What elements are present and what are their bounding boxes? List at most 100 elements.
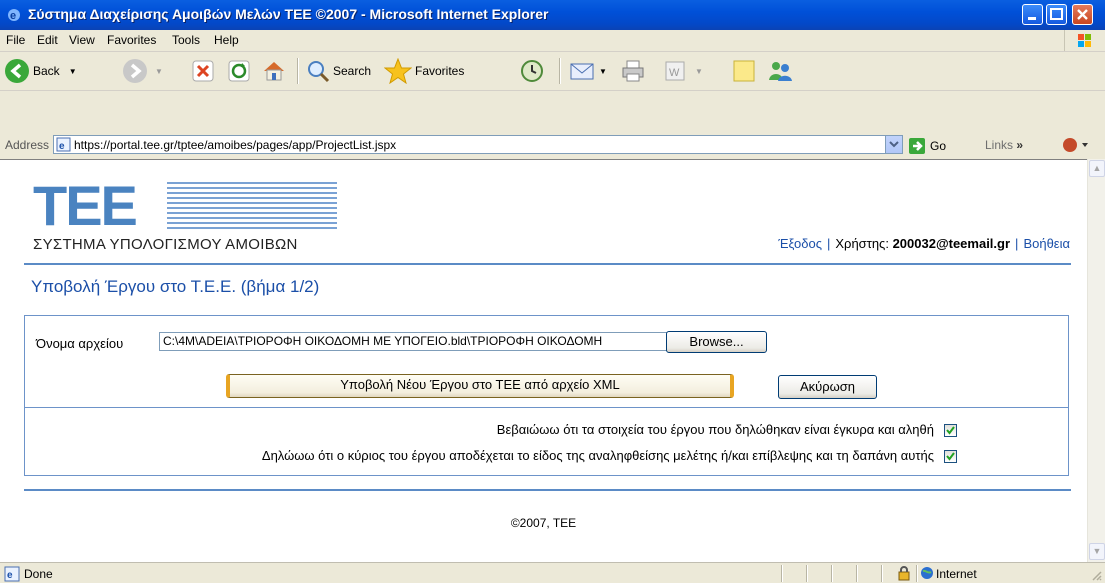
checkmark-icon [946,452,955,461]
print-button[interactable] [621,56,645,86]
maximize-button[interactable] [1046,4,1067,25]
history-icon [521,60,543,82]
print-icon [622,60,644,82]
home-button[interactable] [262,56,286,86]
links-button[interactable]: Links » [985,138,1023,152]
favorites-star-icon [384,58,412,84]
mail-dropdown-icon[interactable]: ▼ [599,67,607,76]
stop-icon [192,60,214,82]
declaration-valid-text: Βεβαιώωω ότι τα στοιχεία του έργου που δ… [496,422,934,437]
back-dropdown-icon[interactable]: ▼ [69,67,77,76]
home-icon [264,62,284,81]
minimize-icon [1028,17,1036,20]
standard-toolbar: Back ▼ ▼ Search Favorites ▼ W ▼ [0,52,1105,91]
file-upload-panel: Όνομα αρχείου C:\4M\ADEIA\ΤΡΙΟΡΟΦΗ ΟΙΚΟΔ… [24,315,1069,408]
address-bar: Address e https://portal.tee.gr/tptee/am… [0,132,1105,158]
cancel-button[interactable]: Ακύρωση [778,375,877,399]
svg-text:W: W [669,67,680,79]
menu-bar: File Edit View Favorites Tools Help [0,30,1105,52]
submit-xml-button[interactable]: Υποβολή Νέου Έργου στο ΤΕΕ από αρχείο XM… [226,374,734,398]
menu-help[interactable]: Help [214,33,239,47]
windows-flag-icon [1078,34,1091,47]
maximize-icon [1050,8,1063,20]
file-name-label: Όνομα αρχείου [36,336,124,351]
logout-link[interactable]: Έξοδος [778,236,822,251]
declarations-panel: Βεβαιώωω ότι τα στοιχεία του έργου που δ… [24,408,1069,476]
refresh-icon [228,60,250,82]
minimize-button[interactable] [1022,4,1043,25]
lock-icon [898,566,910,581]
title-bar: e Σύστημα Διαχείρισης Αμοιβών Μελών ΤΕΕ … [0,0,1105,30]
address-input[interactable]: e https://portal.tee.gr/tptee/amoibes/pa… [53,135,903,154]
edit-button[interactable]: W ▼ [664,56,703,86]
discuss-button[interactable] [733,56,755,86]
declaration-valid-checkbox[interactable] [944,424,957,437]
search-icon [308,61,330,83]
zone-text: Internet [936,567,977,581]
logo-caption: ΣΥΣΤΗΜΑ ΥΠΟΛΟΓΙΣΜΟΥ ΑΜΟΙΒΩΝ [33,236,298,253]
toolbar-separator [559,58,561,84]
messenger-button[interactable] [767,56,793,86]
vertical-scrollbar[interactable]: ▲ ▼ [1087,159,1105,562]
svg-text:e: e [10,10,16,22]
forward-dropdown-icon[interactable]: ▼ [155,67,163,76]
forward-button[interactable]: ▼ [122,56,163,86]
user-links: Έξοδος | Χρήστης: 200032@teemail.gr | Βοήθει… [778,236,1070,251]
logo-lines [167,182,337,232]
go-button[interactable]: Go [908,137,946,155]
menu-view[interactable]: View [69,33,95,47]
help-link[interactable]: Βοήθεια [1023,236,1070,251]
page-icon: e [56,137,71,152]
address-url: https://portal.tee.gr/tptee/amoibes/page… [74,138,397,152]
search-label: Search [333,64,372,78]
stop-button[interactable] [192,56,214,86]
history-button[interactable] [520,56,544,86]
go-arrow-icon [909,138,925,154]
back-button[interactable]: Back ▼ [4,56,77,86]
status-pane-divider [781,565,783,582]
scroll-up-button[interactable]: ▲ [1089,160,1105,177]
declaration-owner-checkbox[interactable] [944,450,957,463]
go-label: Go [930,139,947,153]
menu-favorites[interactable]: Favorites [107,33,156,47]
address-dropdown[interactable] [885,136,902,153]
mail-button[interactable]: ▼ [570,56,607,86]
ie-icon: e [8,9,20,22]
edit-dropdown-icon[interactable]: ▼ [695,67,703,76]
svg-text:e: e [7,570,13,581]
file-path-input[interactable]: C:\4M\ADEIA\ΤΡΙΟΡΟΦΗ ΟΙΚΟΔΟΜΗ ΜΕ ΥΠΟΓΕΙΟ… [159,332,685,351]
back-label: Back [33,64,60,78]
page-content: TEE ΣΥΣΤΗΜΑ ΥΠΟΛΟΓΙΣΜΟΥ ΑΜΟΙΒΩΝ Έξοδος | Χ… [0,159,1087,563]
word-edit-icon: W [665,61,685,81]
menu-tools[interactable]: Tools [172,33,200,47]
toolbar-separator [297,58,299,84]
scroll-down-button[interactable]: ▼ [1089,543,1105,560]
mail-icon [570,63,594,80]
extra-toolbar-button[interactable] [1062,136,1090,157]
note-icon [733,60,755,82]
close-button[interactable] [1072,4,1093,25]
status-pane-divider [831,565,833,582]
resize-grip-icon[interactable] [1090,569,1102,581]
search-button[interactable]: Search [306,56,371,86]
status-pane-divider [856,565,858,582]
refresh-button[interactable] [228,56,250,86]
page-footer: ©2007, TEE [510,516,577,530]
link-separator: | [826,236,831,251]
user-email: 200032@teemail.gr [892,236,1011,251]
status-pane-divider [916,565,918,582]
favorites-button[interactable]: Favorites [384,56,464,86]
internet-globe-icon [921,567,933,579]
browse-button[interactable]: Browse... [666,331,767,353]
menu-file[interactable]: File [6,33,25,47]
chevron-down-icon [889,141,899,148]
favorites-label: Favorites [415,64,465,78]
close-icon [1077,9,1088,20]
forward-arrow-icon [123,59,147,83]
back-arrow-icon [5,59,29,83]
menu-edit[interactable]: Edit [37,33,58,47]
status-pane-divider [881,565,883,582]
status-text: Done [24,567,53,581]
browser-window: e Σύστημα Διαχείρισης Αμοιβών Μελών ΤΕΕ … [0,0,1105,583]
svg-text:e: e [59,141,65,152]
